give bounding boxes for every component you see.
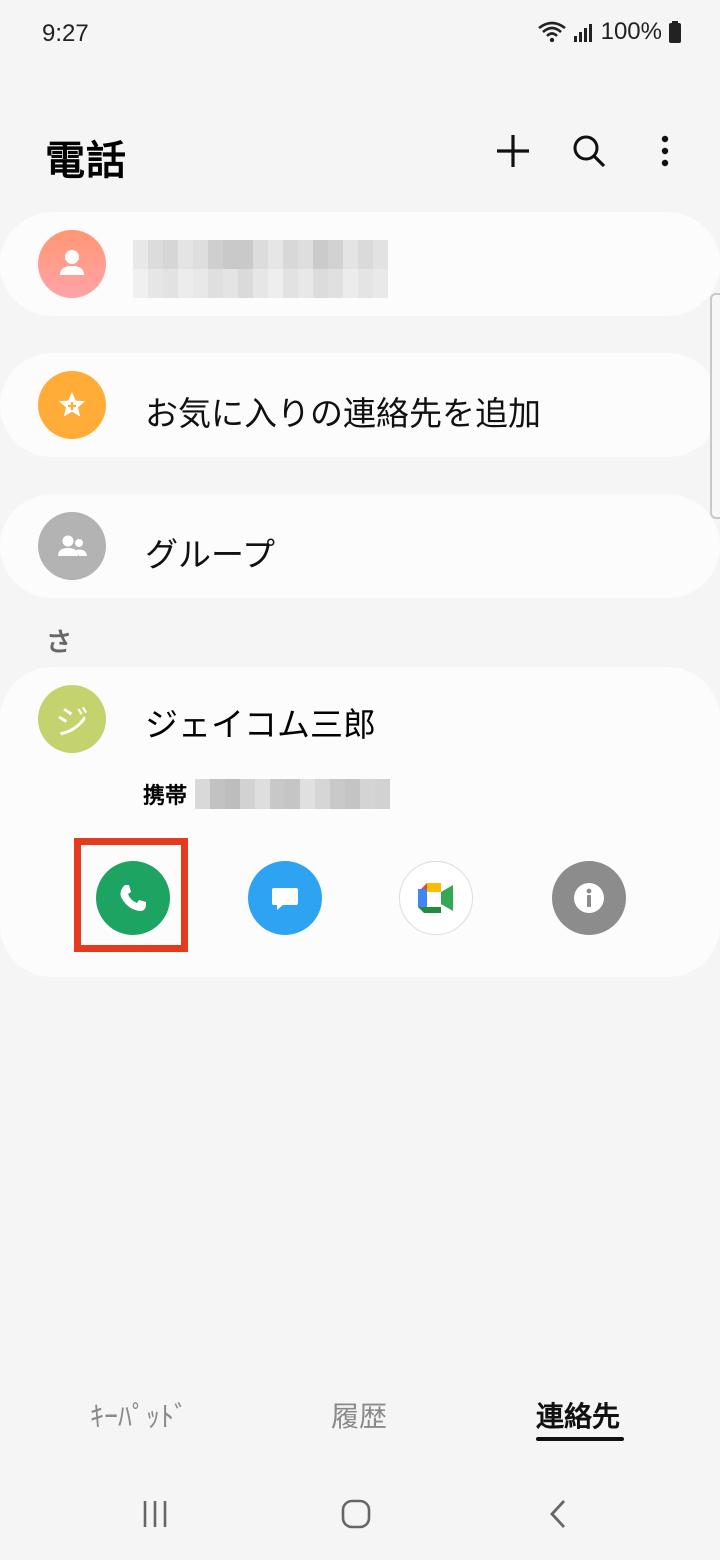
phone-type-label: 携帯 bbox=[143, 784, 188, 809]
add-favorites-row[interactable]: お気に入りの連絡先を追加 bbox=[0, 353, 720, 457]
more-options-icon bbox=[660, 134, 670, 172]
groups-row[interactable]: グループ bbox=[0, 494, 720, 598]
status-indicators: 100% bbox=[537, 18, 682, 46]
search-icon bbox=[571, 133, 607, 173]
bottom-tab-bar: ｷｰﾊﾟｯﾄﾞ 履歴 連絡先 bbox=[0, 1380, 720, 1460]
more-options-button[interactable] bbox=[640, 128, 690, 178]
person-icon bbox=[38, 230, 106, 298]
battery-level: 100% bbox=[600, 18, 662, 45]
contact-name: ジェイコム三郎 bbox=[145, 705, 376, 744]
home-button[interactable] bbox=[326, 1492, 386, 1536]
header-actions bbox=[488, 128, 690, 178]
system-nav-bar bbox=[0, 1470, 720, 1560]
groups-label: グループ bbox=[145, 535, 276, 574]
add-favorites-label: お気に入りの連絡先を追加 bbox=[145, 394, 541, 433]
add-contact-button[interactable] bbox=[488, 128, 538, 178]
tab-keypad[interactable]: ｷｰﾊﾟｯﾄﾞ bbox=[90, 1395, 188, 1435]
contact-info-button[interactable] bbox=[552, 861, 626, 935]
group-icon bbox=[58, 535, 87, 556]
fast-scroll-handle[interactable] bbox=[710, 293, 720, 519]
my-profile-row[interactable] bbox=[0, 212, 720, 316]
add-icon bbox=[495, 133, 531, 173]
tab-contacts[interactable]: 連絡先 bbox=[536, 1395, 620, 1435]
wifi-icon bbox=[537, 20, 567, 44]
search-button[interactable] bbox=[564, 128, 614, 178]
status-time: 9:27 bbox=[42, 20, 89, 47]
contact-avatar: ジ bbox=[38, 685, 106, 753]
back-icon bbox=[550, 1500, 566, 1528]
profile-name-redacted bbox=[133, 240, 388, 298]
recent-apps-icon bbox=[143, 1501, 167, 1527]
meet-icon bbox=[418, 883, 453, 913]
tab-recents[interactable]: 履歴 bbox=[331, 1395, 387, 1435]
page-title: 電話 bbox=[45, 138, 127, 184]
message-icon bbox=[272, 888, 298, 910]
back-button[interactable] bbox=[528, 1492, 588, 1536]
info-icon bbox=[574, 883, 604, 913]
status-bar: 9:27 100% bbox=[0, 0, 720, 70]
video-call-button[interactable] bbox=[399, 861, 473, 935]
home-icon bbox=[341, 1499, 371, 1529]
groups-avatar bbox=[38, 512, 106, 580]
battery-icon bbox=[668, 20, 682, 44]
recent-apps-button[interactable] bbox=[125, 1492, 185, 1536]
contact-initial: ジ bbox=[55, 702, 89, 743]
highlight-box bbox=[74, 838, 188, 952]
message-button[interactable] bbox=[248, 861, 322, 935]
section-index-letter: さ bbox=[46, 628, 73, 658]
star-icon bbox=[59, 392, 85, 417]
favorites-avatar bbox=[38, 371, 106, 439]
phone-number-redacted bbox=[195, 779, 390, 809]
signal-icon bbox=[573, 21, 595, 43]
profile-avatar bbox=[38, 230, 106, 298]
active-tab-indicator bbox=[536, 1437, 624, 1441]
